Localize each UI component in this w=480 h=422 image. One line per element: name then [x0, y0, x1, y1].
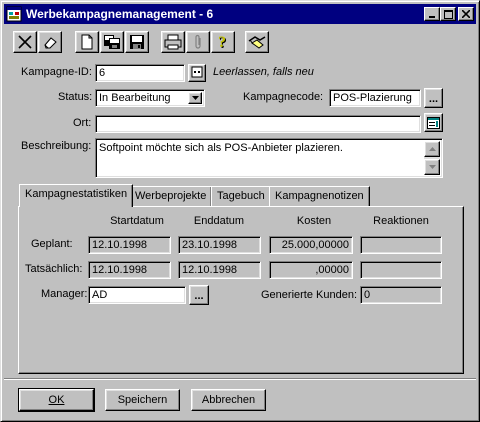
- save-icon: [130, 35, 144, 49]
- tatsaechlich-enddatum-field[interactable]: 12.10.1998: [178, 261, 261, 279]
- reaktionen-header: Reaktionen: [373, 215, 429, 227]
- lookup-icon: [191, 66, 203, 78]
- tab-label: Kampagnestatistiken: [25, 188, 128, 200]
- tab-kampagnenotizen[interactable]: Kampagnenotizen: [269, 186, 370, 206]
- maximize-button[interactable]: [440, 7, 456, 21]
- kampagne-id-hint: Leerlassen, falls neu: [213, 66, 314, 78]
- ort-field[interactable]: [95, 115, 421, 133]
- beschreibung-scrollbar[interactable]: [424, 141, 440, 175]
- speichern-label: Speichern: [117, 394, 168, 406]
- kampagne-id-label: Kampagne-ID:: [21, 66, 92, 78]
- tatsaechlich-reaktionen-field[interactable]: [360, 261, 442, 279]
- eraser-button[interactable]: [38, 31, 62, 53]
- app-icon[interactable]: [6, 6, 22, 22]
- help-icon: ??: [218, 34, 227, 50]
- enddatum-header: Enddatum: [193, 215, 245, 227]
- tab-label: Tagebuch: [217, 190, 265, 202]
- new-document-button[interactable]: [75, 31, 99, 53]
- tatsaechlich-kosten-field[interactable]: ,00000: [269, 261, 353, 279]
- list-icon: [427, 116, 440, 129]
- window-title: Werbekampagnemanagement - 6: [26, 7, 214, 21]
- chevron-down-icon: [191, 96, 199, 100]
- ort-lookup-button[interactable]: [424, 113, 443, 132]
- beschreibung-label: Beschreibung:: [21, 140, 92, 152]
- startdatum-header: Startdatum: [110, 215, 164, 227]
- generierte-kunden-field[interactable]: 0: [360, 286, 442, 304]
- new-document-icon: [81, 34, 93, 50]
- arrow-down-icon: [428, 165, 436, 169]
- kosten-header: Kosten: [296, 215, 332, 227]
- kampagnecode-label: Kampagnecode:: [243, 91, 324, 103]
- geplant-startdatum-field[interactable]: 12.10.1998: [88, 236, 171, 254]
- delete-icon: [18, 35, 32, 49]
- tab-label: Werbeprojekte: [135, 190, 207, 202]
- manager-label: Manager:: [41, 288, 88, 300]
- copy-button[interactable]: [100, 31, 124, 53]
- status-label: Status:: [58, 91, 93, 103]
- print-button[interactable]: [161, 31, 185, 53]
- status-value: In Bearbeitung: [99, 92, 171, 104]
- abbrechen-label: Abbrechen: [201, 394, 256, 406]
- ok-label: OK: [48, 394, 65, 406]
- kampagnecode-browse-button[interactable]: ...: [424, 88, 443, 108]
- tab-label: Kampagnenotizen: [275, 190, 364, 202]
- copy-icon: [104, 35, 120, 49]
- manager-field[interactable]: AD: [88, 286, 186, 304]
- save-button[interactable]: [125, 31, 149, 53]
- handshake-icon: [248, 36, 266, 49]
- scroll-up-button[interactable]: [424, 141, 440, 157]
- manager-browse-button[interactable]: ...: [189, 285, 209, 305]
- beschreibung-text: Softpoint möchte sich als POS-Anbieter p…: [99, 142, 343, 154]
- abbrechen-button[interactable]: Abbrechen: [191, 389, 266, 411]
- window: Werbekampagnemanagement - 6 ?? Kampagne-…: [0, 0, 480, 422]
- title-bar[interactable]: Werbekampagnemanagement - 6: [4, 4, 476, 24]
- tab-tagebuch[interactable]: Tagebuch: [211, 186, 271, 206]
- status-dropdown-button[interactable]: [188, 92, 202, 104]
- help-button[interactable]: ??: [211, 31, 235, 53]
- eraser-icon: [44, 37, 57, 49]
- maximize-icon: [443, 9, 453, 19]
- tatsaechlich-label: Tatsächlich:: [25, 263, 83, 275]
- geplant-kosten-field[interactable]: 25.000,00000: [269, 236, 353, 254]
- geplant-reaktionen-field[interactable]: [360, 236, 442, 254]
- kampagne-id-lookup-button[interactable]: [188, 64, 206, 82]
- beschreibung-textarea[interactable]: Softpoint möchte sich als POS-Anbieter p…: [95, 138, 443, 178]
- tab-werbeprojekte[interactable]: Werbeprojekte: [129, 186, 213, 206]
- tatsaechlich-startdatum-field[interactable]: 12.10.1998: [88, 261, 171, 279]
- svg-text:?: ?: [218, 34, 226, 50]
- delete-button[interactable]: [13, 31, 37, 53]
- ort-label: Ort:: [73, 117, 92, 129]
- attach-button[interactable]: [186, 31, 210, 53]
- close-button[interactable]: [458, 7, 474, 21]
- scroll-down-button[interactable]: [424, 159, 440, 175]
- attach-icon: [195, 34, 201, 49]
- kampagne-id-field[interactable]: 6: [95, 64, 185, 82]
- tab-kampagnestatistiken[interactable]: Kampagnestatistiken: [19, 184, 134, 207]
- speichern-button[interactable]: Speichern: [105, 389, 180, 411]
- arrow-up-icon: [428, 147, 436, 151]
- minimize-button[interactable]: [424, 7, 440, 21]
- ok-button[interactable]: OK: [18, 388, 95, 412]
- minimize-icon: [429, 16, 435, 18]
- close-icon: [462, 10, 470, 18]
- handshake-button[interactable]: [245, 31, 269, 53]
- geplant-enddatum-field[interactable]: 23.10.1998: [178, 236, 261, 254]
- geplant-label: Geplant:: [31, 238, 73, 250]
- generierte-kunden-label: Generierte Kunden:: [261, 289, 358, 301]
- status-select[interactable]: In Bearbeitung: [95, 89, 205, 107]
- kampagnecode-field[interactable]: POS-Plazierung: [329, 89, 421, 107]
- print-icon: [164, 34, 182, 50]
